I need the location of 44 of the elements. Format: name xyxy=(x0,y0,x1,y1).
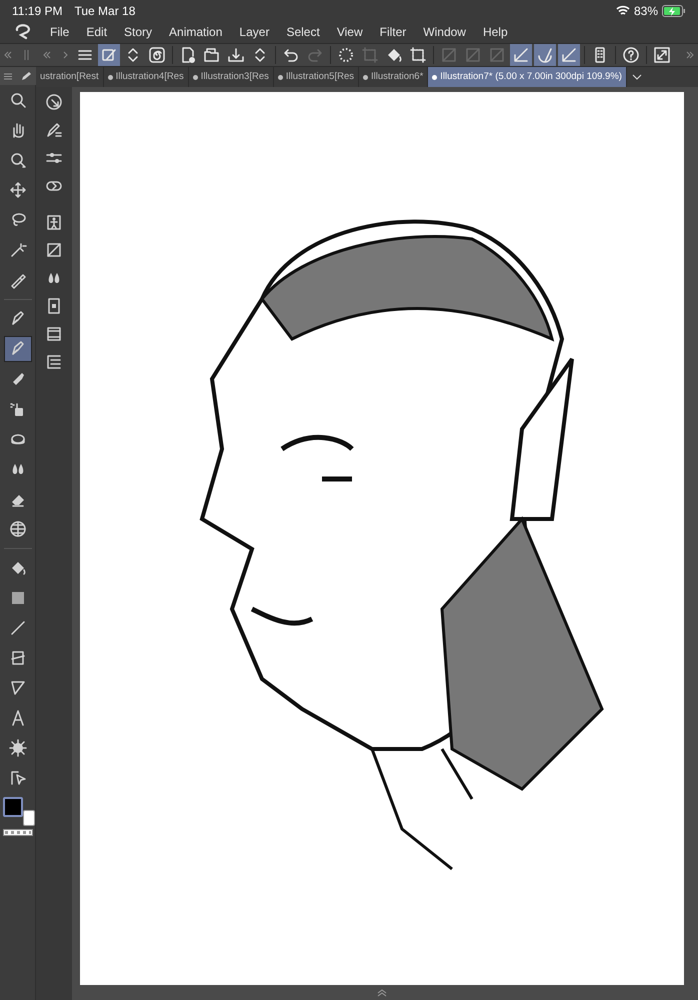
status-time: 11:19 PM xyxy=(12,2,62,20)
transparent-color-swatch[interactable] xyxy=(2,829,32,836)
battery-charging-icon xyxy=(662,4,686,16)
list-icon[interactable] xyxy=(45,353,63,371)
menu-item[interactable]: Filter xyxy=(380,23,406,41)
magic-wand-icon[interactable] xyxy=(8,241,26,259)
document-tab[interactable]: Illustration7* (5.00 x 7.00in 300dpi 109.9%) xyxy=(428,67,627,87)
globe-grid-icon[interactable] xyxy=(8,520,26,538)
pointer-icon[interactable] xyxy=(8,769,26,787)
wifi-icon xyxy=(616,5,630,16)
square-icon[interactable] xyxy=(45,241,63,259)
expand-up-icon[interactable] xyxy=(377,988,387,996)
film-icon[interactable] xyxy=(45,325,63,343)
menu-item[interactable]: View xyxy=(336,23,363,41)
search-icon[interactable] xyxy=(8,91,26,109)
burst-icon[interactable] xyxy=(8,739,26,757)
pencil-icon[interactable] xyxy=(21,71,31,81)
figure-icon[interactable] xyxy=(45,213,63,231)
collapse-right-icon[interactable] xyxy=(686,51,694,59)
status-date: Tue Mar 18 xyxy=(74,2,136,20)
menu-item[interactable]: Help xyxy=(482,23,508,41)
collapse-left-icon[interactable] xyxy=(42,51,51,59)
menu-item[interactable]: Edit xyxy=(86,23,108,41)
frame-icon[interactable] xyxy=(8,649,26,667)
menu-item[interactable]: File xyxy=(50,23,70,41)
triangle-icon[interactable] xyxy=(8,679,26,697)
line-icon[interactable] xyxy=(8,619,26,637)
menu-item[interactable]: Layer xyxy=(239,23,270,41)
grip-icon[interactable] xyxy=(24,50,30,60)
pen-tool[interactable] xyxy=(4,336,32,362)
sub-color-swatch[interactable] xyxy=(22,810,34,826)
target-icon[interactable] xyxy=(45,93,63,111)
main-color-swatch[interactable] xyxy=(2,797,22,817)
chevron-right-icon[interactable] xyxy=(62,51,68,59)
app-logo-icon[interactable] xyxy=(14,24,32,40)
move-arrows-icon[interactable] xyxy=(8,181,26,199)
pencil-list-icon[interactable] xyxy=(45,121,63,139)
collapse-left-icon[interactable] xyxy=(4,51,12,59)
battery-percent: 83% xyxy=(634,2,658,20)
menu-item[interactable]: Window xyxy=(423,23,466,41)
menu-item[interactable]: Story xyxy=(124,23,152,41)
menu-item[interactable]: Animation xyxy=(169,23,222,41)
drawing-canvas[interactable] xyxy=(80,92,684,985)
menu-item[interactable]: Select xyxy=(286,23,320,41)
